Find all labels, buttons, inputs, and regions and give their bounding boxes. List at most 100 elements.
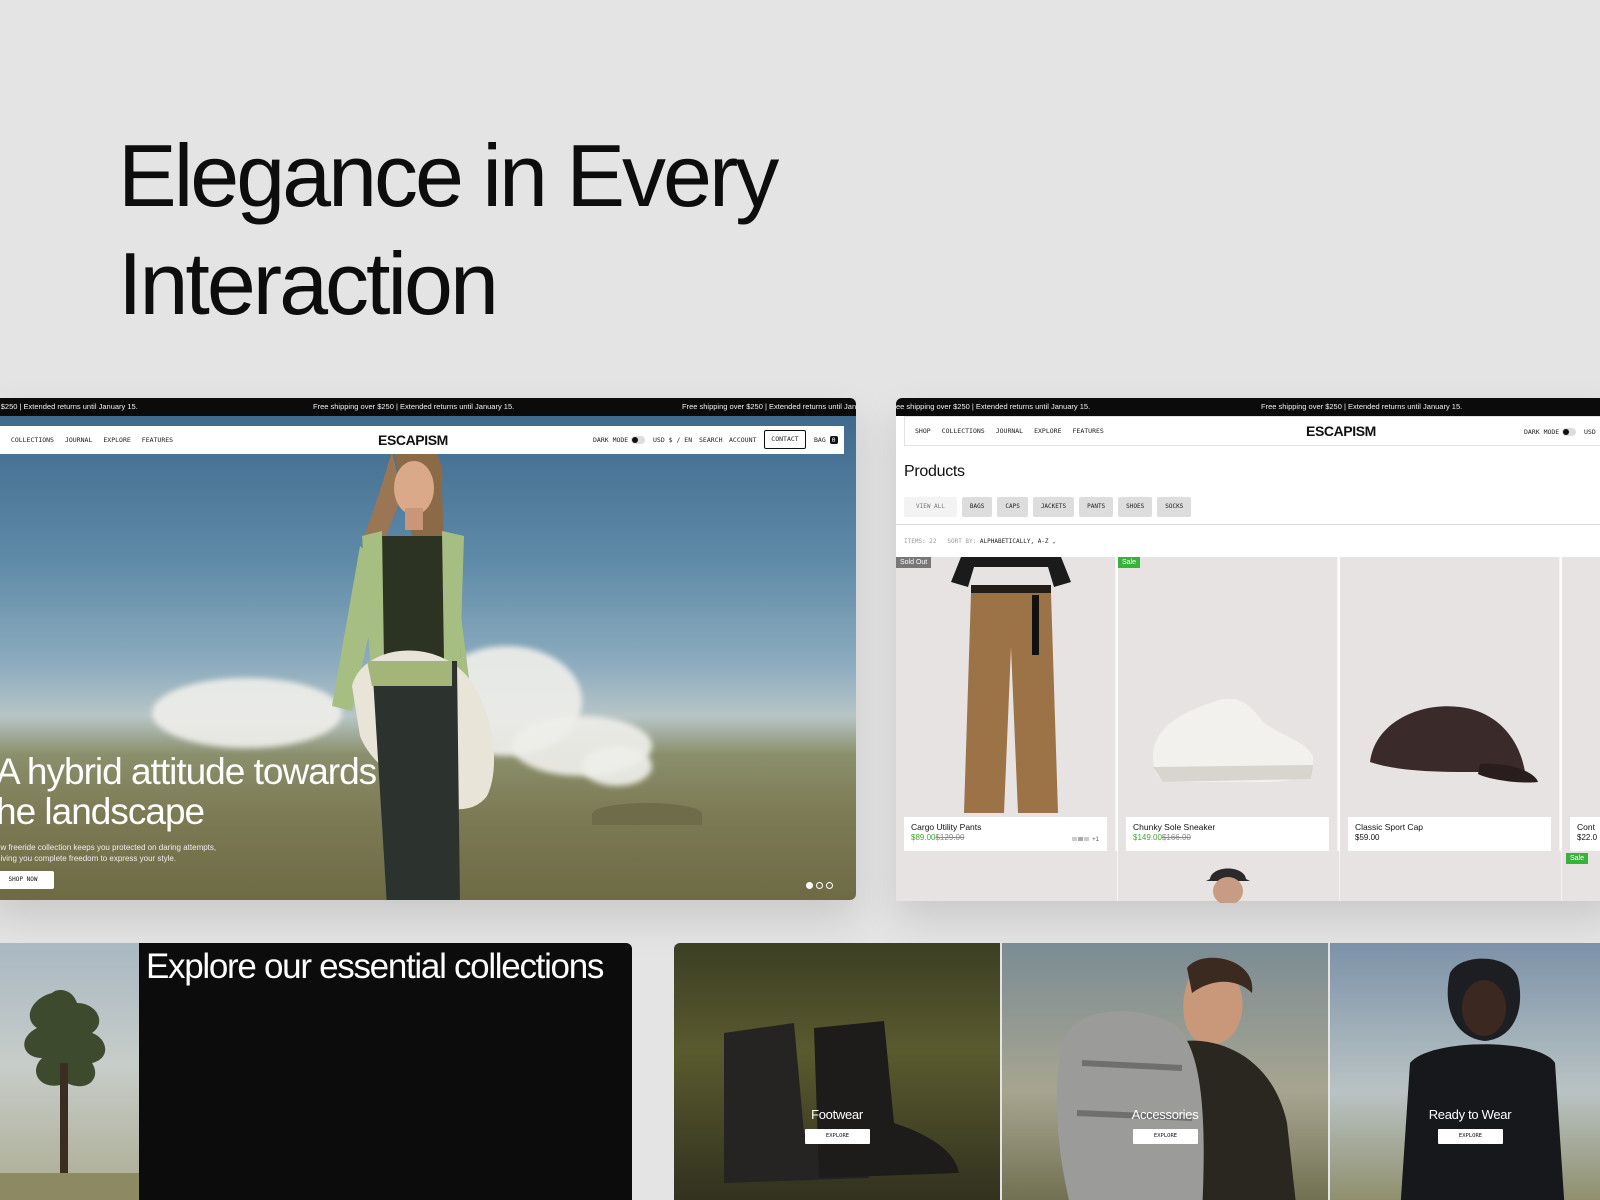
filter-bags[interactable]: BAGS (961, 497, 993, 517)
product-price: $89.00 (911, 833, 936, 842)
product-name: Cont (1577, 822, 1595, 832)
filter-caps[interactable]: CAPS (997, 497, 1028, 517)
currency-selector[interactable]: USD (1584, 428, 1596, 436)
carousel-dot[interactable] (816, 882, 823, 889)
sale-badge: Sale (1118, 557, 1141, 568)
explore-button[interactable]: EXPLORE (1133, 1129, 1198, 1144)
collection-label: Footwear (811, 1107, 863, 1122)
promo-bar: ee shipping over $250 | Extended returns… (896, 398, 1600, 416)
color-swatches[interactable]: +1 (1072, 837, 1099, 843)
product-row-2: Sale (896, 851, 1600, 903)
sort-value: ALPHABETICALLY, A-Z (979, 538, 1049, 545)
bag-label: BAG (814, 436, 826, 444)
tree-image (0, 990, 139, 1200)
page-headline: Elegance in Every Interaction (118, 122, 878, 338)
filter-shoes[interactable]: SHOES (1118, 497, 1153, 517)
contact-button[interactable]: CONTACT (764, 430, 806, 449)
search-link[interactable]: SEARCH (699, 436, 722, 444)
sneaker-image (1153, 698, 1314, 782)
currency-selector[interactable]: USD $ / EN (653, 436, 692, 444)
pants-image (951, 557, 1071, 813)
toggle-icon (1562, 428, 1577, 436)
collection-ready-to-wear[interactable]: Ready to Wear EXPLORE (1330, 943, 1600, 1200)
nav-item-features[interactable]: FEATURES (1073, 427, 1104, 435)
hero-title-line-2: he landscape (0, 791, 205, 832)
filter-view-all[interactable]: VIEW ALL (904, 497, 957, 517)
brand-logo[interactable]: Escapism (378, 432, 448, 448)
hero-title-line-1: A hybrid attitude towards (0, 751, 377, 792)
product-info: Chunky Sole Sneaker $149.00$166.00 (1126, 817, 1329, 851)
items-count: ITEMS: 22 (904, 538, 937, 545)
nav-item-features[interactable]: FEATURES (142, 436, 173, 444)
hero-title: A hybrid attitude towards he landscape (0, 752, 416, 832)
explore-button[interactable]: EXPLORE (805, 1129, 870, 1144)
product-card[interactable]: Classic Sport Cap $59.00 (1340, 557, 1560, 851)
account-link[interactable]: ACCOUNT (729, 436, 756, 444)
promo-text: er $250 | Extended returns until January… (0, 402, 138, 411)
collection-footwear[interactable]: Footwear EXPLORE (674, 943, 1000, 1200)
filter-socks[interactable]: SOCKS (1157, 497, 1192, 517)
shop-now-button[interactable]: SHOP NOW (0, 871, 54, 889)
product-old-price: $129.00 (935, 833, 965, 842)
carousel-dots (806, 882, 833, 889)
nav-item-explore[interactable]: EXPLORE (1034, 427, 1061, 435)
dark-mode-toggle[interactable]: DARK MODE (593, 436, 646, 444)
nav-item-collections[interactable]: COLLECTIONS (11, 436, 54, 444)
products-heading: Products (904, 463, 965, 480)
dark-mode-label: DARK MODE (1524, 428, 1560, 436)
collection-label: Ready to Wear (1428, 1107, 1512, 1122)
backpack-model-image (1056, 957, 1296, 1200)
carousel-dot[interactable] (826, 882, 833, 889)
toggle-icon (631, 436, 646, 444)
filter-bar: VIEW ALL BAGS CAPS JACKETS PANTS SHOES S… (904, 497, 1192, 517)
product-card[interactable]: Cont $22.0 (1562, 557, 1600, 851)
sale-badge: Sale (1566, 853, 1589, 864)
filter-jackets[interactable]: JACKETS (1032, 497, 1075, 517)
sort-label: SORT BY: (947, 538, 977, 545)
product-info: Classic Sport Cap $59.00 (1348, 817, 1551, 851)
product-price: $59.00 (1355, 833, 1380, 842)
hero-subtitle-line-1: ew freeride collection keeps you protect… (0, 843, 217, 852)
hero-subtitle-line-2: giving you complete freedom to express y… (0, 854, 177, 863)
product-info: Cont $22.0 (1570, 817, 1600, 851)
hero-nav: P COLLECTIONS JOURNAL EXPLORE FEATURES E… (0, 426, 844, 454)
nav-item-journal[interactable]: JOURNAL (65, 436, 92, 444)
product-old-price: $166.00 (1161, 833, 1191, 842)
chevron-down-icon: ⌄ (1052, 538, 1056, 545)
more-colors-count: +1 (1092, 837, 1099, 843)
explore-button[interactable]: EXPLORE (1438, 1129, 1503, 1144)
promo-text: Free shipping over $250 | Extended retur… (682, 402, 856, 411)
nav-item-shop[interactable]: SHOP (915, 427, 931, 435)
boots-image (724, 1021, 959, 1183)
promo-text: Free shipping over $250 | Extended retur… (313, 402, 515, 411)
nav-item-journal[interactable]: JOURNAL (996, 427, 1023, 435)
collection-accessories[interactable]: Accessories EXPLORE (1002, 943, 1328, 1200)
divider (896, 524, 1600, 525)
promo-text: Free shipping over $250 | Extended retur… (1261, 402, 1463, 411)
product-name: Chunky Sole Sneaker (1133, 822, 1216, 832)
products-nav: SHOP COLLECTIONS JOURNAL EXPLORE FEATURE… (904, 416, 1600, 446)
sort-select[interactable]: ALPHABETICALLY, A-Z ⌄ (980, 538, 1056, 545)
bag-count-badge: 0 (829, 436, 838, 444)
hero-subtitle: ew freeride collection keeps you protect… (0, 842, 256, 864)
product-card[interactable]: Sold Out Cargo Utility Pants $89.00$129.… (896, 557, 1116, 851)
cap-image (1370, 706, 1538, 783)
carousel-dot[interactable] (806, 882, 813, 889)
product-price: $22.0 (1577, 833, 1598, 842)
list-meta: ITEMS: 22 SORT BY: ALPHABETICALLY, A-Z ⌄ (904, 538, 1056, 545)
dark-mode-toggle[interactable]: DARK MODE (1524, 428, 1577, 436)
product-price: $149.00 (1133, 833, 1162, 842)
collection-label: Accessories (1131, 1107, 1199, 1122)
model-head-image (1206, 868, 1250, 903)
nav-item-collections[interactable]: COLLECTIONS (942, 427, 985, 435)
explore-title: Explore our essential collections (146, 947, 604, 986)
product-name: Cargo Utility Pants (911, 822, 982, 832)
brand-logo[interactable]: Escapism (1306, 423, 1376, 439)
product-name: Classic Sport Cap (1355, 822, 1424, 832)
nav-item-explore[interactable]: EXPLORE (103, 436, 130, 444)
bag-link[interactable]: BAG 0 (814, 436, 838, 444)
landscape-image (0, 943, 139, 1200)
jacket-model-image (1400, 958, 1565, 1200)
filter-pants[interactable]: PANTS (1079, 497, 1114, 517)
product-card[interactable]: Sale Chunky Sole Sneaker $149.00$166.00 (1118, 557, 1338, 851)
